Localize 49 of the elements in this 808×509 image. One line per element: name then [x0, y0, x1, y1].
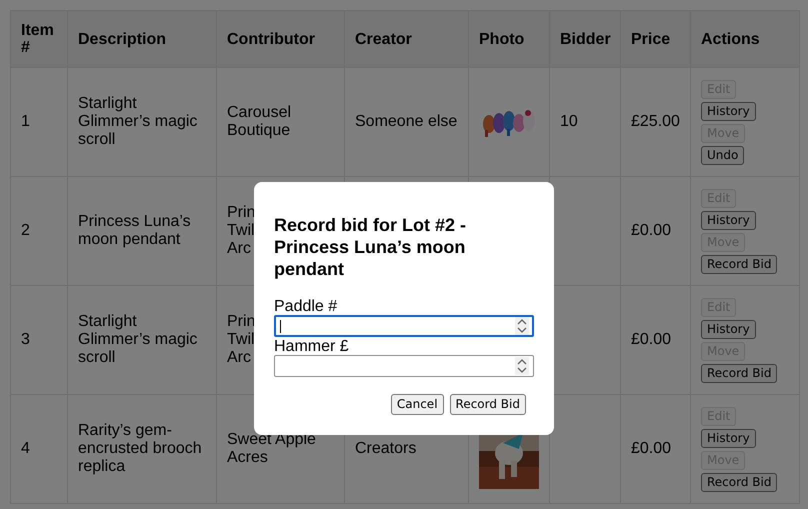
action-button[interactable]: Record Bid: [701, 472, 778, 492]
item-number: 1: [21, 113, 30, 130]
bidder-number: 10: [560, 113, 578, 130]
price-text: £0.00: [631, 440, 672, 457]
column-header: Contributor: [227, 30, 315, 48]
spinner-icon: [515, 317, 529, 335]
column-header: Bidder: [560, 30, 611, 48]
price-text: £25.00: [631, 113, 680, 130]
price-text: £0.00: [631, 222, 672, 239]
description-text: Rarity’s gem-encrusted brooch replica: [78, 422, 202, 475]
field-label: Paddle #: [274, 298, 338, 315]
description-text: Princess Luna’s moon pendant: [78, 213, 191, 248]
price-text: £0.00: [631, 331, 672, 348]
dialog-button[interactable]: Record Bid: [450, 394, 526, 415]
contributor-text: Twil: [227, 331, 255, 349]
action-button[interactable]: Undo: [701, 146, 744, 164]
creator-text: Someone else: [355, 113, 458, 131]
dialog-title: Record bid for Lot #2 - Princess Luna’s moon pendant: [274, 214, 468, 280]
column-header: Price: [631, 30, 670, 48]
item-number: 2: [21, 222, 30, 239]
item-number: 4: [21, 440, 30, 457]
column-header: Photo: [479, 30, 524, 48]
contributor-text: Arc: [227, 349, 251, 367]
creator-text: Creators: [355, 440, 416, 458]
contributor-text: Twil: [227, 222, 255, 240]
contributor-text: Prin: [227, 204, 256, 222]
description-text: Starlight Glimmer’s magic scroll: [78, 95, 198, 148]
field-label: Hammer £: [274, 338, 350, 355]
contributor-text: Prin: [227, 313, 256, 331]
column-header: Creator: [355, 30, 412, 48]
number-field[interactable]: [274, 355, 534, 377]
action-button[interactable]: Record Bid: [701, 364, 778, 382]
action-button[interactable]: History: [701, 210, 756, 230]
column-header: Description: [78, 30, 166, 48]
column-header: Actions: [701, 30, 760, 48]
action-button[interactable]: Record Bid: [701, 254, 778, 274]
action-button[interactable]: History: [701, 102, 756, 120]
spinner-icon: [515, 357, 529, 375]
contributor-text: Carousel: [227, 104, 292, 122]
description-text: Starlight Glimmer’s magic scroll: [78, 313, 198, 366]
contributor-text: Arc: [227, 240, 251, 258]
dialog-button[interactable]: Cancel: [390, 394, 444, 415]
column-header: Item #: [21, 22, 54, 56]
action-button[interactable]: History: [701, 428, 756, 448]
contributor-text: Acres: [227, 449, 268, 467]
item-number: 3: [21, 331, 30, 348]
action-button[interactable]: History: [701, 320, 756, 338]
contributor-text: Boutique: [227, 122, 290, 140]
number-field[interactable]: [274, 315, 534, 337]
